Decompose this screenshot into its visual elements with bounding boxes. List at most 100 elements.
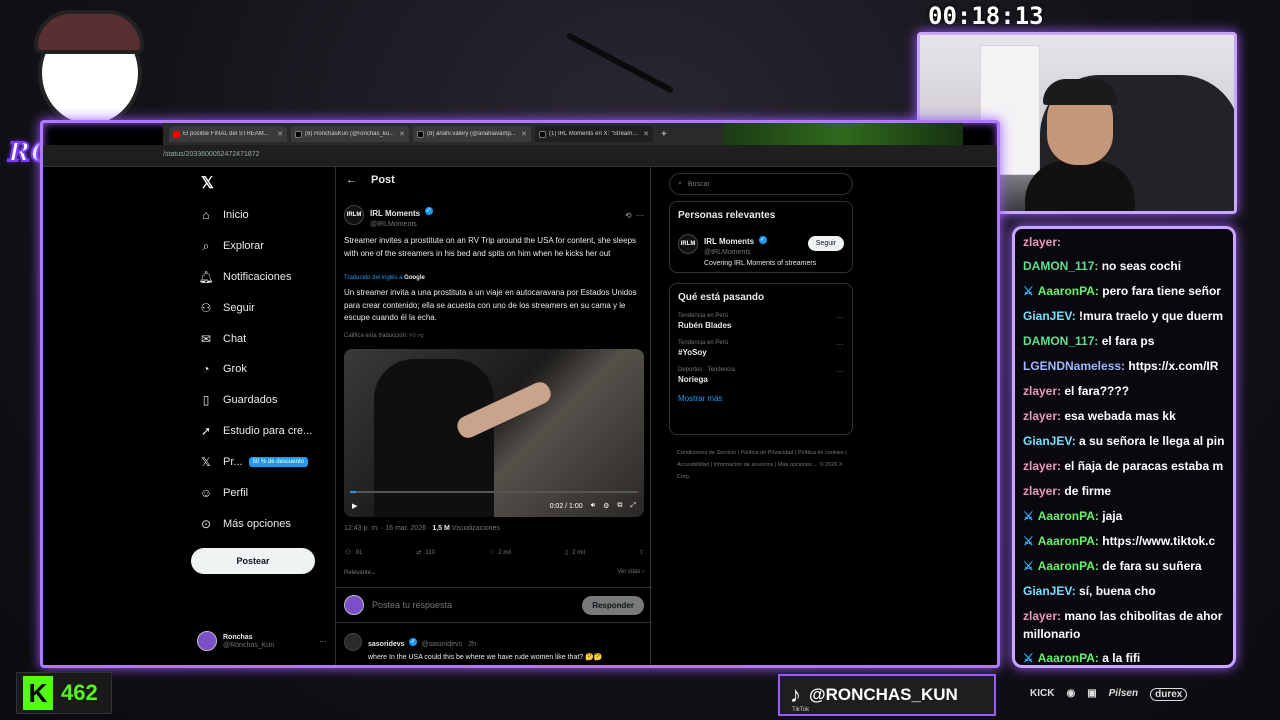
nav-item-explorar[interactable]: ⌕ Explorar: [199, 234, 264, 258]
kick-viewer-counter: K 462: [16, 672, 112, 714]
chat-text: el fara ps: [1101, 334, 1155, 348]
thumbs-down-icon[interactable]: 👎︎: [417, 333, 423, 339]
url-text: /status/2033600052472471872: [163, 151, 260, 158]
post-author[interactable]: IRLM IRL Moments ✓ @IRLMoments ⟲ ···: [344, 203, 644, 228]
chat-message: ⚔ AaaronPA: jaja: [1023, 509, 1233, 523]
close-icon[interactable]: ✕: [643, 130, 649, 138]
browser-tab[interactable]: (8) RonchasKun (@ronchas_ku... ✕: [291, 126, 409, 142]
chat-message: GianJEV: a su señora le llega al pin: [1023, 434, 1233, 448]
close-icon[interactable]: ✕: [521, 130, 527, 138]
back-arrow-icon[interactable]: ←: [346, 174, 357, 186]
nav-item-inicio[interactable]: ⌂ Inicio: [199, 203, 248, 227]
tiktok-handle-banner: ♪ TikTok @RONCHAS_KUN: [778, 674, 996, 716]
view-quotes-link[interactable]: Ver citas ›: [617, 569, 644, 576]
chat-message: ⚔ AaaronPA: de fara su suñera: [1023, 559, 1233, 573]
share-icon[interactable]: ⇪: [639, 549, 644, 556]
post-timestamp: 12:43 p. m. · 16 mar. 2026 · 1,5 M Visua…: [344, 525, 500, 532]
account-switcher[interactable]: Ronchas @Ronchas_Kun ···: [197, 629, 327, 653]
rate-translation[interactable]: Califica esta traducción: 👍︎ 👎︎: [344, 331, 423, 339]
browser-tab[interactable]: (8) anahi.valery (@anahiavamp... ✕: [413, 126, 531, 142]
chat-username: zlayer:: [1023, 409, 1062, 423]
play-icon[interactable]: ▶: [352, 502, 357, 510]
reply-input[interactable]: Postea tu respuesta: [372, 600, 574, 610]
search-input[interactable]: ⌕ Buscar: [669, 173, 853, 195]
chat-username: zlayer:: [1023, 384, 1062, 398]
chat-text: https://www.tiktok.c: [1102, 534, 1216, 548]
close-icon[interactable]: ✕: [399, 130, 405, 138]
more-dots-icon[interactable]: ···: [319, 637, 327, 646]
nav-item-grok[interactable]: ◔ Grok: [199, 357, 246, 381]
chat-username: AaaronPA:: [1037, 559, 1099, 573]
chat-text: el ñaja de paracas estaba m: [1064, 459, 1224, 473]
new-tab-icon[interactable]: +: [661, 129, 667, 140]
trend-item[interactable]: Tendencia en Perú Rubén Blades ···: [678, 313, 844, 330]
chat-message: ⚔ AaaronPA: a la fifi: [1023, 651, 1233, 665]
chat-text: millonario: [1023, 627, 1081, 641]
chat-message: ⚔ AaaronPA: pero fara tiene señor: [1023, 284, 1233, 298]
pip-icon[interactable]: ⧉: [617, 502, 622, 510]
chat-message: DAMON_117: el fara ps: [1023, 334, 1233, 348]
volume-icon[interactable]: 🔊︎: [591, 502, 595, 510]
chat-username: GianJEV:: [1023, 584, 1076, 598]
close-icon[interactable]: ✕: [277, 130, 283, 138]
nav-item-notificaciones[interactable]: 🔔︎ Notificaciones: [198, 265, 291, 289]
sword-badge-icon: ⚔: [1023, 559, 1034, 573]
follow-button[interactable]: Seguir: [807, 236, 844, 251]
like-action[interactable]: ♡ 2 mil: [489, 549, 511, 557]
video-progress-bar[interactable]: [350, 491, 638, 493]
reply-action[interactable]: 💬︎ 91: [344, 549, 362, 557]
reply-button[interactable]: Responder: [582, 595, 644, 615]
chat-username: zlayer:: [1023, 459, 1062, 473]
relevant-person[interactable]: IRLM IRL Moments ✓ @IRLMoments Seguir: [678, 231, 844, 256]
more-dots-icon[interactable]: ···: [836, 340, 844, 349]
comment-handle: @sasoridevs · 2h: [421, 641, 477, 648]
settings-icon[interactable]: ⚙: [603, 502, 609, 510]
more-dots-icon[interactable]: ···: [836, 367, 844, 376]
kick-logo-icon: K: [23, 676, 53, 710]
repost-action[interactable]: ⇄ 110: [416, 549, 435, 557]
nav-item-estudio[interactable]: ➚ Estudio para cre...: [199, 419, 312, 443]
bookmark-icon: ▯: [202, 393, 210, 407]
account-handle: @Ronchas_Kun: [223, 642, 275, 650]
chat-message: zlayer: el fara????: [1023, 384, 1233, 398]
browser-tab-active[interactable]: (1) IRL Moments en X: "Streamer... ✕: [535, 126, 653, 142]
nav-item-chat[interactable]: ✉ Chat: [199, 327, 246, 351]
sort-dropdown[interactable]: Relevante⌄: [344, 569, 376, 576]
chat-username: AaaronPA:: [1037, 534, 1099, 548]
thumbs-up-icon[interactable]: 👍︎: [409, 333, 415, 339]
youtube-icon: [173, 130, 180, 138]
tiktok-icon: ♪: [790, 682, 801, 707]
show-more-link[interactable]: Mostrar más: [678, 394, 844, 403]
bookmark-action[interactable]: ▯ 2 mil: [565, 549, 585, 557]
post-column: ← Post IRLM IRL Moments ✓ @IRLMoments ⟲ …: [335, 167, 652, 665]
video-player[interactable]: ▶ 0:02 / 1:00 🔊︎ ⚙ ⧉ ⤢: [344, 349, 644, 517]
x-logo-icon[interactable]: 𝕏: [201, 173, 214, 193]
nav-item-guardados[interactable]: ▯ Guardados: [199, 388, 278, 412]
browser-tab[interactable]: El posible FINAL del STREAM... ✕: [169, 126, 287, 142]
comment-author: sasoridevs: [368, 641, 405, 648]
sidebar-footer[interactable]: Condiciones de Servicio | Política de Pr…: [677, 447, 847, 483]
chat-text: pero fara tiene señor: [1102, 284, 1221, 298]
grok-explain-icon[interactable]: ⟲ ···: [625, 211, 644, 220]
nav-item-premium[interactable]: 𝕏 Pr... 50 % de descuento: [199, 450, 308, 474]
avatar: [344, 595, 364, 615]
chat-text: https://x.com/IR: [1128, 359, 1219, 373]
comment-item[interactable]: sasoridevs ✓ @sasoridevs · 2h where In t…: [344, 633, 644, 661]
nav-item-perfil[interactable]: ☺ Perfil: [199, 481, 248, 505]
author-avatar[interactable]: IRLM: [344, 205, 364, 225]
trend-item[interactable]: Deportes · Tendencia Noriega ···: [678, 367, 844, 384]
post-button[interactable]: Postear: [191, 548, 315, 574]
nav-item-mas-opciones[interactable]: ⊙ Más opciones: [199, 512, 291, 536]
tab-bar-decoration: [723, 123, 963, 145]
address-bar[interactable]: /status/2033600052472471872: [43, 145, 997, 167]
viewer-count: 462: [61, 680, 98, 705]
fullscreen-icon[interactable]: ⤢: [630, 502, 636, 510]
home-icon: ⌂: [202, 208, 210, 222]
search-icon: ⌕: [678, 180, 682, 187]
verified-badge-icon: ✓: [758, 235, 767, 244]
x-premium-icon: 𝕏: [201, 455, 211, 469]
trend-item[interactable]: Tendencia en Perú #YoSoy ···: [678, 340, 844, 357]
more-dots-icon[interactable]: ···: [836, 313, 844, 322]
relevant-people-card: Personas relevantes IRLM IRL Moments ✓ @…: [669, 201, 853, 273]
nav-item-seguir[interactable]: ⚇ Seguir: [199, 296, 255, 320]
